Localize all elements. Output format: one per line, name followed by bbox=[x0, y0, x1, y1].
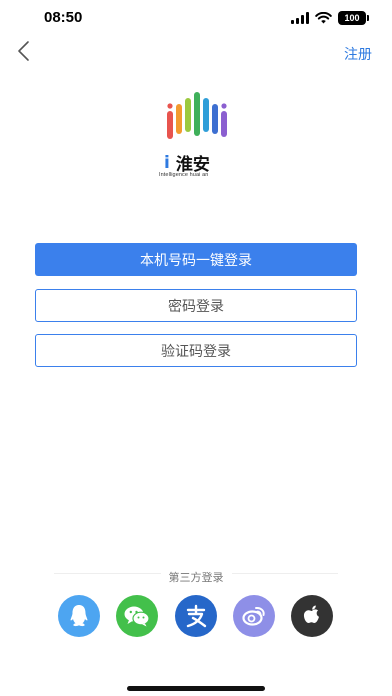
register-link[interactable]: 注册 bbox=[344, 44, 372, 64]
status-icons: 100 bbox=[291, 11, 369, 25]
back-button[interactable] bbox=[12, 38, 36, 64]
weibo-login-button[interactable] bbox=[233, 595, 275, 637]
status-time: 08:50 bbox=[44, 9, 83, 26]
logo-i-mark: i bbox=[164, 152, 170, 173]
status-bar: 08:50 100 bbox=[0, 0, 392, 40]
apple-login-button[interactable] bbox=[291, 595, 333, 637]
alipay-login-button[interactable] bbox=[175, 595, 217, 637]
password-login-button[interactable]: 密码登录 bbox=[35, 289, 357, 322]
wechat-login-button[interactable] bbox=[116, 595, 158, 637]
apple-icon bbox=[303, 605, 319, 623]
alipay-icon bbox=[186, 604, 207, 628]
third-party-label: 第三方登录 bbox=[160, 571, 232, 584]
qq-login-button[interactable] bbox=[58, 595, 100, 637]
weibo-icon bbox=[242, 606, 265, 626]
cellular-signal-icon bbox=[291, 12, 309, 24]
qq-icon bbox=[70, 605, 88, 627]
battery-icon: 100 bbox=[338, 11, 369, 25]
third-party-label-wrap: 第三方登录 bbox=[0, 566, 392, 585]
logo-subtitle: Intelligence huai an bbox=[159, 172, 209, 178]
chevron-left-icon bbox=[18, 41, 29, 61]
one-click-login-button[interactable]: 本机号码一键登录 bbox=[35, 243, 357, 276]
wifi-icon bbox=[315, 12, 332, 24]
wechat-icon bbox=[124, 606, 150, 627]
home-indicator[interactable] bbox=[127, 686, 265, 691]
verification-code-login-button[interactable]: 验证码登录 bbox=[35, 334, 357, 367]
